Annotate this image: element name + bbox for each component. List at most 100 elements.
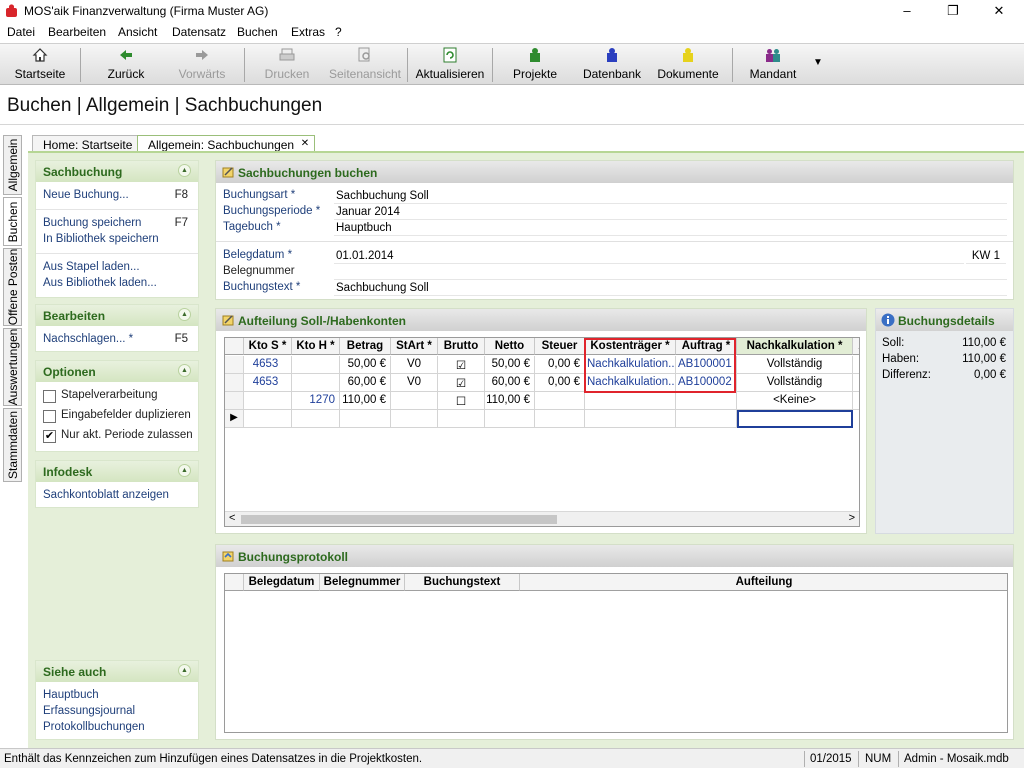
tab-close-icon[interactable]: ✕ bbox=[301, 138, 309, 149]
col-kto-h[interactable]: Kto H * bbox=[292, 338, 340, 355]
cell-steuer[interactable]: 0,00 € bbox=[535, 356, 585, 374]
cell-brutto-checkbox[interactable]: ☑ bbox=[438, 374, 485, 392]
cell-kto-s[interactable]: 4653 bbox=[244, 356, 292, 374]
minimize-button[interactable]: – bbox=[884, 0, 930, 22]
collapse-icon[interactable]: ▲ bbox=[178, 164, 191, 177]
cell-steuer[interactable] bbox=[535, 392, 585, 410]
maximize-button[interactable]: ❐ bbox=[930, 0, 976, 22]
stapelverarbeitung-checkbox[interactable] bbox=[43, 390, 56, 403]
col-buchungstext[interactable]: Buchungstext bbox=[405, 574, 520, 591]
buchungsart-field[interactable]: Sachbuchung Soll bbox=[334, 189, 1007, 204]
zurueck-button[interactable]: Zurück bbox=[90, 44, 162, 85]
startseite-button[interactable]: Startseite bbox=[4, 44, 76, 85]
cell-kostentraeger[interactable] bbox=[585, 410, 676, 428]
panel-bearbeiten-header[interactable]: Bearbeiten ▲ bbox=[36, 305, 198, 326]
cell-betrag[interactable]: 60,00 € bbox=[340, 374, 391, 392]
toolbar-overflow-button[interactable]: ▼ bbox=[813, 57, 823, 68]
col-kto-s[interactable]: Kto S * bbox=[244, 338, 292, 355]
cell-betrag[interactable]: 50,00 € bbox=[340, 356, 391, 374]
new-row-pointer-icon[interactable]: ▶ bbox=[225, 410, 244, 428]
menu-help[interactable]: ? bbox=[335, 25, 342, 39]
vtab-offene-posten[interactable]: Offene Posten bbox=[3, 248, 22, 326]
cell-netto[interactable] bbox=[485, 410, 535, 428]
sachkontoblatt-link[interactable]: Sachkontoblatt anzeigen bbox=[43, 489, 169, 501]
vtab-stammdaten[interactable]: Stammdaten bbox=[3, 408, 22, 482]
menu-buchen[interactable]: Buchen bbox=[237, 25, 278, 39]
col-start[interactable]: StArt * bbox=[391, 338, 438, 355]
stapel-laden-link[interactable]: Aus Stapel laden... bbox=[43, 261, 140, 273]
drucken-button[interactable]: Drucken bbox=[252, 44, 322, 85]
cell-a[interactable] bbox=[853, 392, 859, 410]
projekte-button[interactable]: Projekte bbox=[500, 44, 570, 85]
cell-steuer[interactable]: 0,00 € bbox=[535, 374, 585, 392]
collapse-icon[interactable]: ▲ bbox=[178, 464, 191, 477]
cell-netto[interactable]: 50,00 € bbox=[485, 356, 535, 374]
row-header[interactable] bbox=[225, 374, 244, 392]
panel-optionen-header[interactable]: Optionen ▲ bbox=[36, 361, 198, 382]
col-belegnummer[interactable]: Belegnummer bbox=[320, 574, 405, 591]
tagebuch-field[interactable]: Hauptbuch bbox=[334, 221, 1007, 236]
cell-start[interactable] bbox=[391, 410, 438, 428]
cell-nachkalkulation[interactable]: Vollständig bbox=[737, 374, 853, 392]
cell-kto-h[interactable] bbox=[292, 410, 340, 428]
panel-siehe-auch-header[interactable]: Siehe auch ▲ bbox=[36, 661, 198, 682]
aktualisieren-button[interactable]: Aktualisieren bbox=[412, 44, 488, 85]
col-steuer[interactable]: Steuer bbox=[535, 338, 585, 355]
col-netto[interactable]: Netto bbox=[485, 338, 535, 355]
nachschlagen-link[interactable]: Nachschlagen... * bbox=[43, 333, 133, 345]
buchungsperiode-field[interactable]: Januar 2014 bbox=[334, 205, 1007, 220]
collapse-icon[interactable]: ▲ bbox=[178, 664, 191, 677]
cell-brutto-checkbox[interactable] bbox=[438, 410, 485, 428]
seitenansicht-button[interactable]: Seitenansicht bbox=[326, 44, 404, 85]
collapse-icon[interactable]: ▲ bbox=[178, 364, 191, 377]
cell-start[interactable] bbox=[391, 392, 438, 410]
menu-extras[interactable]: Extras bbox=[291, 25, 325, 39]
bibliothek-laden-link[interactable]: Aus Bibliothek laden... bbox=[43, 277, 157, 289]
menu-ansicht[interactable]: Ansicht bbox=[118, 25, 157, 39]
tab-home-startseite[interactable]: Home: Startseite bbox=[32, 135, 142, 152]
cell-steuer[interactable] bbox=[535, 410, 585, 428]
close-window-button[interactable]: ✕ bbox=[976, 0, 1022, 22]
buchungstext-field[interactable]: Sachbuchung Soll bbox=[334, 281, 1007, 296]
cell-betrag[interactable]: 110,00 € bbox=[340, 392, 391, 410]
col-betrag[interactable]: Betrag bbox=[340, 338, 391, 355]
row-header[interactable] bbox=[225, 392, 244, 410]
horizontal-scrollbar[interactable]: < > bbox=[225, 511, 859, 526]
cell-kto-s[interactable] bbox=[244, 392, 292, 410]
dokumente-button[interactable]: Dokumente bbox=[652, 44, 724, 85]
aufteilung-grid[interactable]: Kto S * Kto H * Betrag StArt * Brutto Ne… bbox=[224, 337, 860, 527]
cell-nachkalkulation[interactable]: <Keine> bbox=[737, 392, 853, 410]
cell-netto[interactable]: 110,00 € bbox=[485, 392, 535, 410]
mandant-button[interactable]: Mandant bbox=[740, 44, 806, 85]
menu-datensatz[interactable]: Datensatz bbox=[172, 25, 226, 39]
cell-a[interactable] bbox=[853, 374, 859, 392]
cell-betrag[interactable] bbox=[340, 410, 391, 428]
neue-buchung-link[interactable]: Neue Buchung... bbox=[43, 189, 129, 201]
cell-netto[interactable]: 60,00 € bbox=[485, 374, 535, 392]
protokoll-grid[interactable]: Belegdatum Belegnummer Buchungstext Auft… bbox=[224, 573, 1008, 733]
datenbank-button[interactable]: Datenbank bbox=[576, 44, 648, 85]
belegnummer-field[interactable] bbox=[334, 265, 1007, 280]
cell-start[interactable]: V0 bbox=[391, 374, 438, 392]
vorwaerts-button[interactable]: Vorwärts bbox=[166, 44, 238, 85]
collapse-icon[interactable]: ▲ bbox=[178, 308, 191, 321]
cell-start[interactable]: V0 bbox=[391, 356, 438, 374]
tab-sachbuchungen[interactable]: Allgemein: Sachbuchungen ✕ bbox=[137, 135, 316, 152]
cell-nachkalkulation[interactable]: Vollständig bbox=[737, 356, 853, 374]
cell-kto-s[interactable] bbox=[244, 410, 292, 428]
cell-kto-h[interactable] bbox=[292, 356, 340, 374]
panel-infodesk-header[interactable]: Infodesk ▲ bbox=[36, 461, 198, 482]
panel-sachbuchung-header[interactable]: Sachbuchung ▲ bbox=[36, 161, 198, 182]
cell-auftrag[interactable] bbox=[676, 392, 737, 410]
bibliothek-speichern-link[interactable]: In Bibliothek speichern bbox=[43, 233, 159, 245]
vtab-auswertungen[interactable]: Auswertungen bbox=[3, 328, 22, 406]
menu-datei[interactable]: Datei bbox=[7, 25, 35, 39]
cell-a[interactable] bbox=[853, 356, 859, 374]
scroll-right-icon[interactable]: > bbox=[849, 512, 855, 524]
eingabefelder-duplizieren-checkbox[interactable] bbox=[43, 410, 56, 423]
cell-auftrag[interactable] bbox=[676, 410, 737, 428]
col-aufteilung[interactable]: Aufteilung bbox=[520, 574, 1007, 591]
col-belegdatum[interactable]: Belegdatum bbox=[244, 574, 320, 591]
scrollbar-thumb[interactable] bbox=[241, 515, 557, 524]
cell-kto-h[interactable] bbox=[292, 374, 340, 392]
